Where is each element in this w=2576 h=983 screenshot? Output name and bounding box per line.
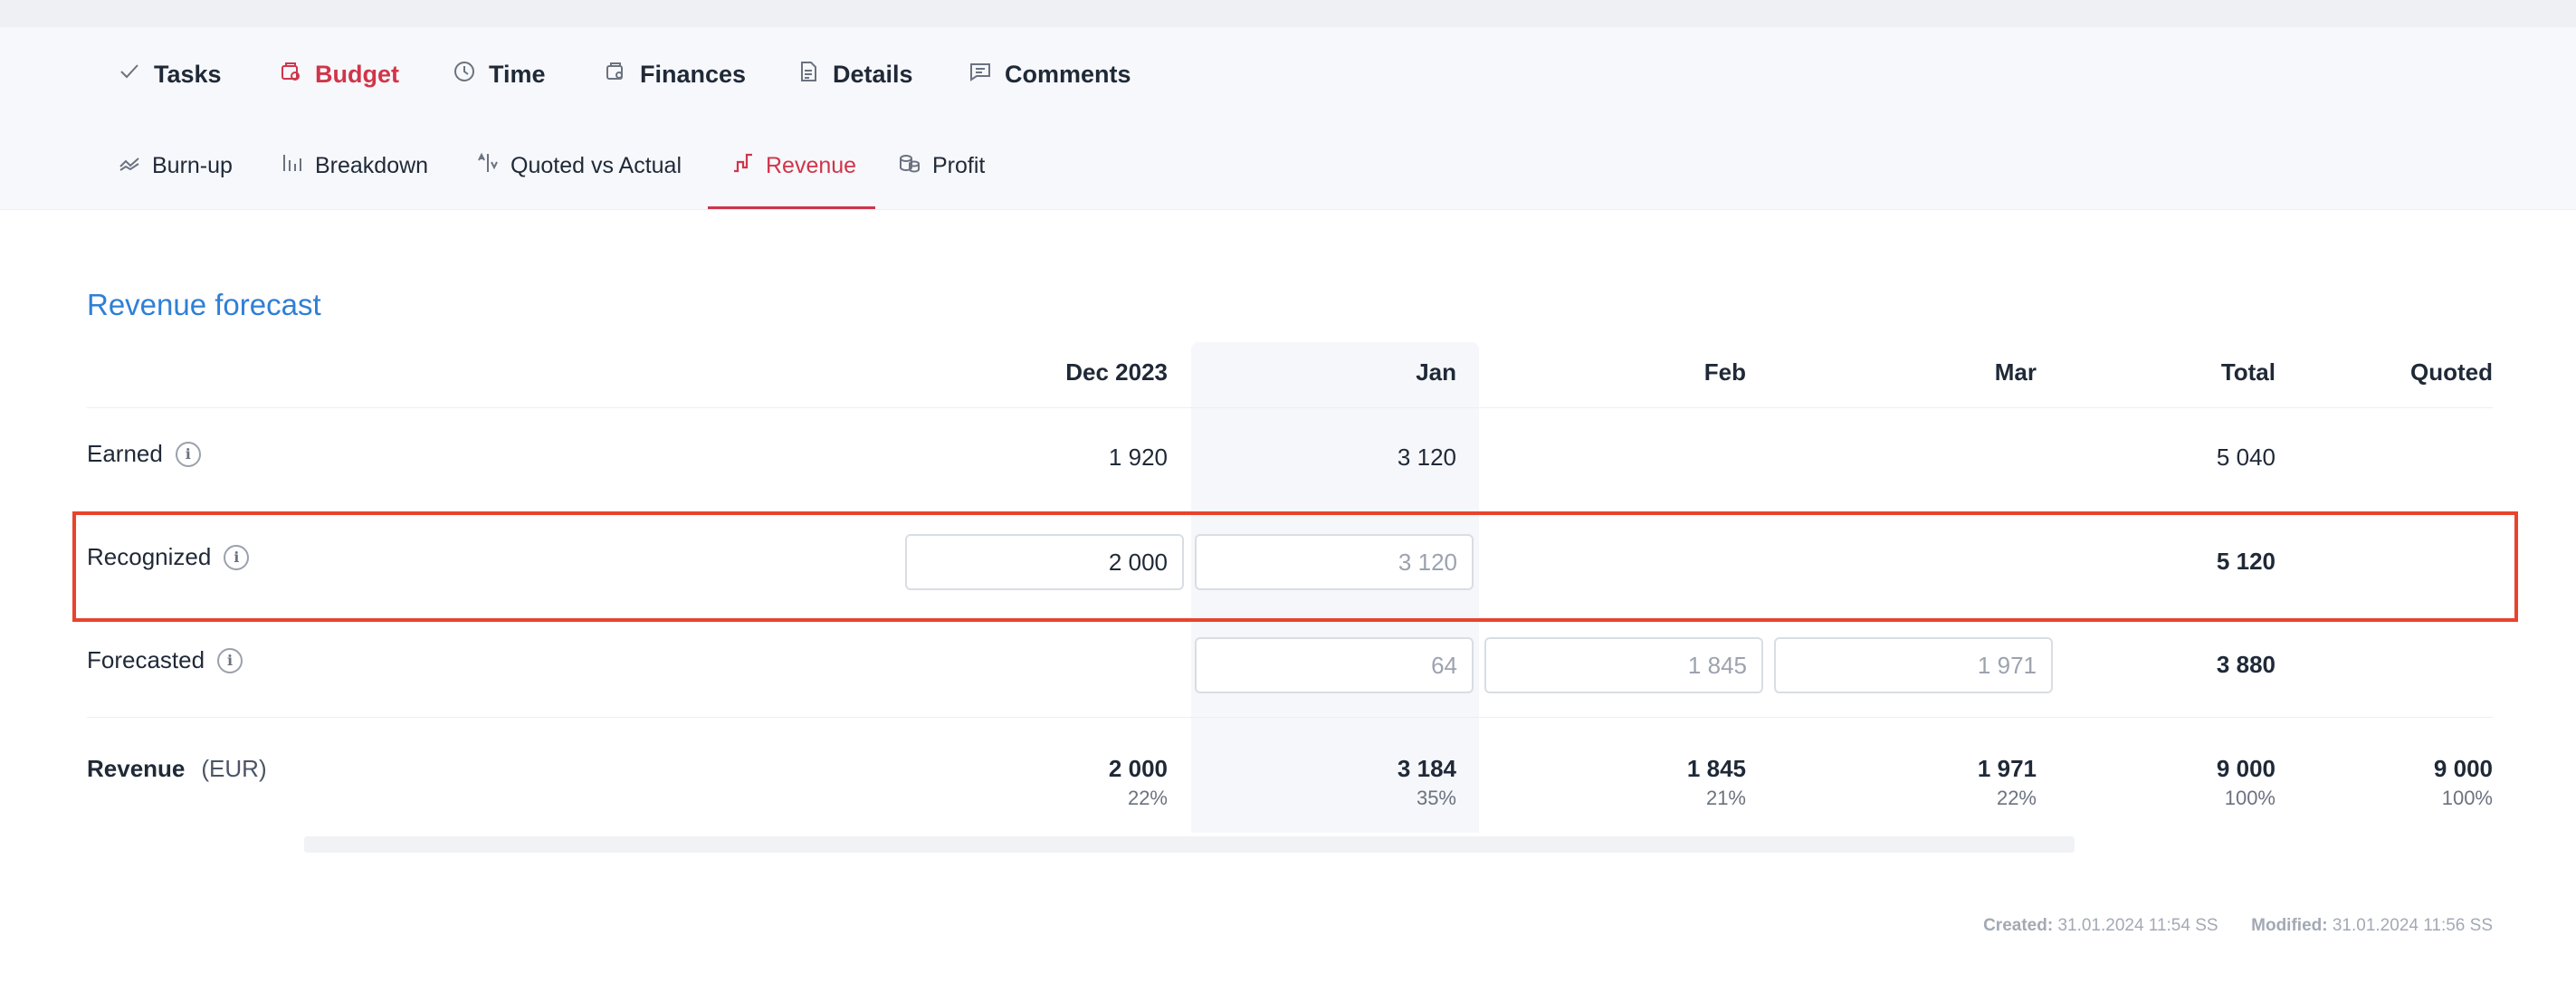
revenue-dec: 2 000 <box>1108 755 1168 782</box>
document-icon <box>797 60 820 90</box>
earned-label: Earned <box>87 440 163 467</box>
column-header-feb: Feb <box>1703 358 1746 386</box>
tab-comments[interactable]: Comments <box>968 27 1131 121</box>
tab-label: Details <box>833 60 913 88</box>
column-header-total: Total <box>2220 358 2275 386</box>
modified-value: 31.01.2024 11:56 SS <box>2332 916 2493 935</box>
subtab-label: Quoted vs Actual <box>510 152 682 178</box>
earned-jan: 3 120 <box>1397 444 1456 471</box>
recognized-label: Recognized <box>87 543 212 570</box>
top-strip <box>0 0 2576 27</box>
section-title: Revenue forecast <box>87 288 321 321</box>
revenue-mar-pct: 22% <box>1996 787 2037 809</box>
info-icon[interactable]: i <box>217 647 243 673</box>
subtab-breakdown[interactable]: Breakdown <box>281 121 428 210</box>
row-label-recognized: Recognized i <box>87 543 250 571</box>
compare-icon <box>476 151 500 181</box>
column-header-quoted: Quoted <box>2410 358 2493 386</box>
tab-label: Tasks <box>154 60 222 88</box>
tab-label: Budget <box>315 60 399 88</box>
column-header-dec: Dec 2023 <box>1065 358 1168 386</box>
clock-icon <box>453 60 476 90</box>
tab-time[interactable]: Time <box>453 27 546 121</box>
subtab-profit[interactable]: Profit <box>898 121 985 210</box>
main-tabs-bar: Tasks Budget Time Finances Details Comme… <box>0 27 2576 121</box>
horizontal-scrollbar[interactable] <box>304 836 2075 853</box>
revenue-unit: (EUR) <box>201 755 267 782</box>
earned-dec: 1 920 <box>1108 444 1168 471</box>
forecasted-jan-input[interactable] <box>1195 637 1474 693</box>
bar-chart-icon <box>281 151 304 181</box>
info-icon[interactable]: i <box>175 441 201 467</box>
revenue-quoted-pct: 100% <box>2441 787 2493 809</box>
row-label-forecasted: Forecasted i <box>87 646 243 674</box>
tab-finances[interactable]: Finances <box>604 27 746 121</box>
created-value: 31.01.2024 11:54 SS <box>2057 916 2218 935</box>
forecasted-mar-input[interactable] <box>1774 637 2053 693</box>
finances-icon <box>604 60 627 90</box>
subtab-label: Breakdown <box>315 152 429 178</box>
column-header-mar: Mar <box>1994 358 2037 386</box>
revenue-total-pct: 100% <box>2224 787 2275 809</box>
column-header-jan: Jan <box>1416 358 1456 386</box>
revenue-dec-pct: 22% <box>1127 787 1168 809</box>
comment-icon <box>968 60 992 90</box>
divider <box>87 717 2493 718</box>
subtab-label: Burn-up <box>152 152 233 178</box>
divider <box>87 407 2493 408</box>
tab-tasks[interactable]: Tasks <box>118 27 222 121</box>
revenue-jan-pct: 35% <box>1416 787 1456 809</box>
tab-budget[interactable]: Budget <box>279 27 399 121</box>
sub-tabs-bar: Burn-up Breakdown Quoted vs Actual Reven… <box>0 121 2576 210</box>
burn-up-icon <box>118 151 141 181</box>
revenue-feb-pct: 21% <box>1705 787 1746 809</box>
subtab-quoted-vs-actual[interactable]: Quoted vs Actual <box>476 121 682 210</box>
row-label-revenue: Revenue (EUR) <box>87 755 267 783</box>
active-subtab-indicator <box>708 206 875 209</box>
recognized-total: 5 120 <box>2216 548 2275 575</box>
revenue-quoted: 9 000 <box>2433 755 2493 782</box>
subtab-label: Profit <box>932 152 986 178</box>
earned-total: 5 040 <box>2216 444 2275 471</box>
recognized-jan-input[interactable] <box>1195 534 1474 590</box>
recognized-dec-input[interactable] <box>905 534 1184 590</box>
row-label-earned: Earned i <box>87 440 201 468</box>
revenue-feb: 1 845 <box>1686 755 1746 782</box>
revenue-mar: 1 971 <box>1977 755 2037 782</box>
revenue-jan: 3 184 <box>1397 755 1456 782</box>
info-icon[interactable]: i <box>224 544 250 570</box>
revenue-label: Revenue <box>87 755 186 782</box>
subtab-label: Revenue <box>766 152 857 178</box>
forecasted-total: 3 880 <box>2216 651 2275 678</box>
budget-icon <box>279 60 302 90</box>
tab-label: Finances <box>640 60 747 88</box>
subtab-burn-up[interactable]: Burn-up <box>118 121 233 210</box>
forecasted-feb-input[interactable] <box>1484 637 1763 693</box>
revenue-icon <box>731 151 755 181</box>
tab-details[interactable]: Details <box>797 27 913 121</box>
tab-label: Comments <box>1005 60 1131 88</box>
subtab-revenue[interactable]: Revenue <box>731 121 856 210</box>
forecasted-label: Forecasted <box>87 646 205 673</box>
check-icon <box>118 60 141 90</box>
footer-metadata: Created: 31.01.2024 11:54 SS Modified: 3… <box>1983 916 2493 936</box>
modified-label: Modified: <box>2251 916 2328 935</box>
coins-icon <box>898 151 921 181</box>
revenue-total: 9 000 <box>2216 755 2275 782</box>
tab-label: Time <box>489 60 546 88</box>
created-label: Created: <box>1983 916 2054 935</box>
